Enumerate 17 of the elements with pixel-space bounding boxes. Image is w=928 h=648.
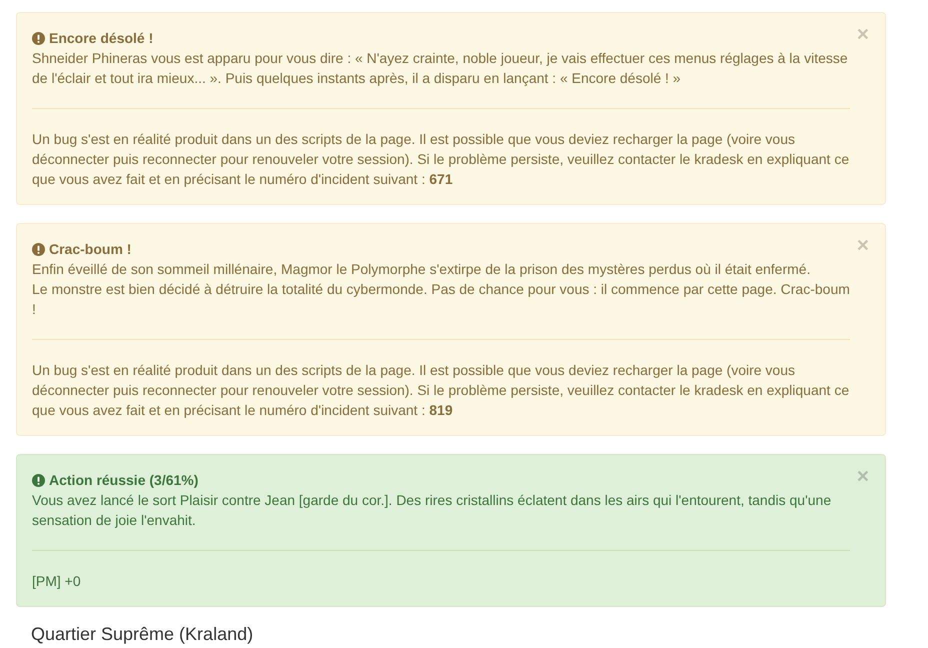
alert-message: Enfin éveillé de son sommeil millénaire, Magmor le Polymorphe s'extirpe de la prison des mystères perdus où il était enfermé.	[32, 260, 812, 279]
alert-message: Vous avez lancé le sort Plaisir contre Jean [garde du cor.]. Des rires cristallins éclatent dans les airs qui l'entourent, tandis qu'une sensation de joie l'envahit.	[32, 491, 832, 530]
alert-footer: [PM] +0	[32, 571, 850, 591]
close-button[interactable]: ×	[856, 235, 869, 256]
alert-message: Shneider Phineras vous est apparu pour vous dire : « N'ayez crainte, noble joueur, je vais effectuer ces menus réglages à la vitesse de l'éclair et tout ira mieux... ». Puis quelques instants après, il a disparu en lançant : « Encore désolé ! »	[32, 49, 849, 88]
alert-title: Action réussie (3/61%)	[49, 471, 198, 490]
close-button[interactable]: ×	[856, 466, 869, 487]
exclamation-icon	[32, 32, 45, 44]
exclamation-icon	[32, 474, 45, 486]
alert-footer: Un bug s'est en réalité produit dans un des scripts de la page. Il est possible que vous deviez recharger la page (voire vous déconnecter puis reconnecter pour renouveler votre session). Si le problème persiste, veuillez contacter le kradesk en expliquant ce que vous avez fait et en précisant le numéro d'incident suivant : 819	[32, 360, 850, 420]
exclamation-icon	[32, 242, 45, 256]
close-button[interactable]: ×	[856, 24, 869, 45]
alert-title: Crac-boum !	[49, 240, 132, 259]
alert-message: Le monstre est bien décidé à détruire la totalité du cybermonde. Pas de chance pour vous : il commence par cette page. Crac-boum !	[32, 280, 850, 319]
section-title: Quartier Suprême (Kraland)	[30, 625, 254, 644]
alert-footer: Un bug s'est en réalité produit dans un des scripts de la page. Il est possible que vous deviez recharger la page (voire vous déconnecter puis reconnecter pour renouveler votre session). Si le problème persiste, veuillez contacter le kradesk en expliquant ce que vous avez fait et en précisant le numéro d'incident suivant : 671	[32, 129, 850, 189]
alert-title: Encore désolé !	[49, 29, 154, 48]
